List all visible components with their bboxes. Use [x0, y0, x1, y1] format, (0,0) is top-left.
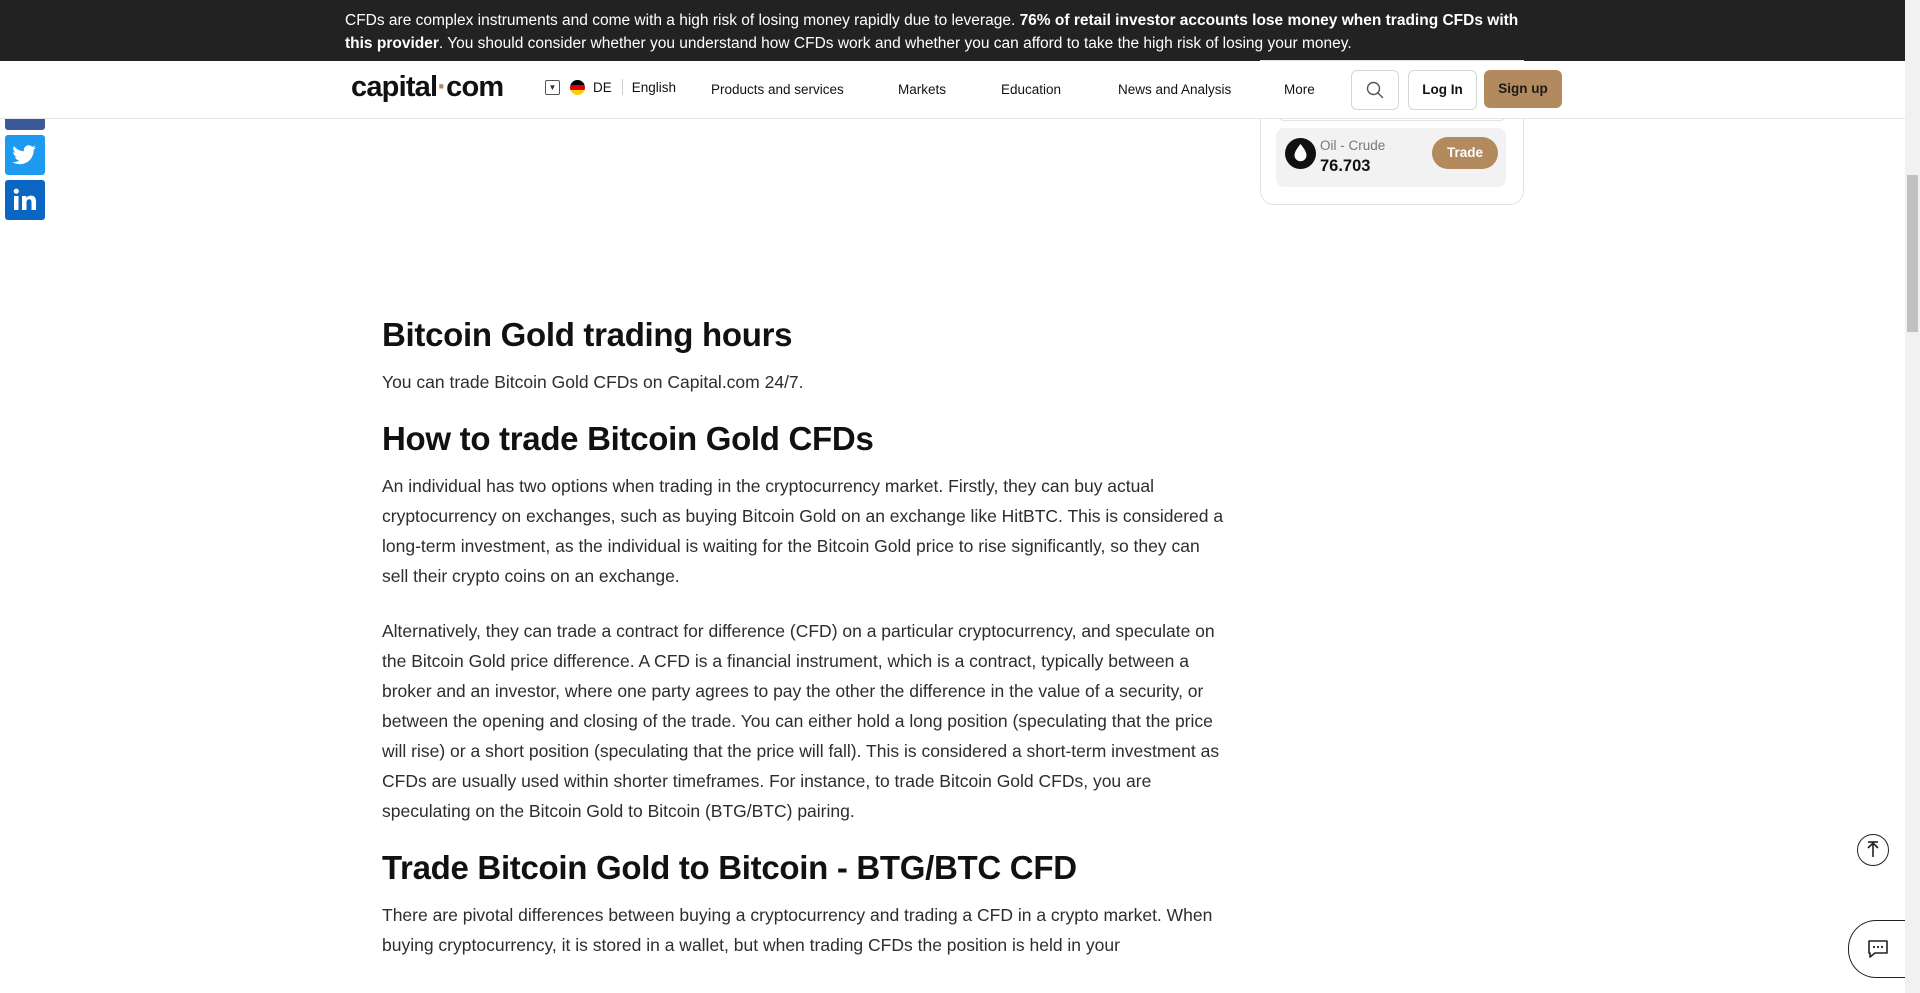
linkedin-icon — [13, 188, 36, 210]
paragraph-how-to-trade-1: An individual has two options when tradi… — [382, 476, 1224, 586]
chat-icon — [1868, 940, 1888, 958]
germany-flag-icon — [570, 79, 585, 95]
heading-btg-btc: Trade Bitcoin Gold to Bitcoin - BTG/BTC … — [382, 849, 1077, 886]
heading-trading-hours: Bitcoin Gold trading hours — [382, 316, 793, 353]
paragraph-trading-hours: You can trade Bitcoin Gold CFDs on Capit… — [382, 372, 804, 392]
divider — [621, 79, 623, 95]
paragraph-btg-btc: There are pivotal differences between bu… — [382, 905, 1213, 955]
paragraph-how-to-trade-2: Alternatively, they can trade a contract… — [382, 621, 1220, 821]
instrument-name: Oil - Crude — [1320, 138, 1386, 153]
arrow-up-icon — [1867, 841, 1879, 857]
chat-button[interactable] — [1848, 920, 1911, 978]
nav-more[interactable]: More — [1284, 82, 1315, 97]
search-icon — [1366, 81, 1384, 99]
nav-products-and-services[interactable]: Products and services — [711, 82, 844, 97]
twitter-icon — [12, 145, 37, 165]
language-selector[interactable]: ▼ DE English — [545, 79, 676, 95]
scrollbar-thumb[interactable] — [1907, 175, 1918, 332]
risk-warning-banner: CFDs are complex instruments and come wi… — [0, 0, 1905, 61]
twitter-share-button[interactable] — [5, 135, 45, 175]
article-body: Bitcoin Gold trading hours You can trade… — [382, 312, 1230, 960]
heading-how-to-trade: How to trade Bitcoin Gold CFDs — [382, 420, 874, 457]
back-to-top-button[interactable] — [1857, 834, 1889, 866]
site-header: capital·com ▼ DE English Products and se… — [0, 61, 1905, 119]
chevron-down-icon: ▼ — [545, 79, 560, 95]
capital-com-logo[interactable]: capital·com — [351, 71, 504, 104]
linkedin-share-button[interactable] — [5, 180, 45, 220]
search-button[interactable] — [1351, 70, 1399, 110]
signup-button[interactable]: Sign up — [1484, 70, 1562, 108]
risk-warning-text: CFDs are complex instruments and come wi… — [345, 12, 1519, 52]
page-scrollbar[interactable] — [1905, 0, 1920, 993]
country-code: DE — [593, 79, 612, 95]
login-button[interactable]: Log In — [1408, 70, 1477, 110]
oil-drop-icon — [1285, 138, 1316, 169]
nav-education[interactable]: Education — [1001, 82, 1061, 97]
nav-news-and-analysis[interactable]: News and Analysis — [1118, 82, 1231, 97]
trade-button[interactable]: Trade — [1432, 137, 1498, 169]
language-label: English — [631, 79, 677, 95]
instrument-price: 76.703 — [1320, 157, 1371, 175]
nav-markets[interactable]: Markets — [898, 82, 946, 97]
